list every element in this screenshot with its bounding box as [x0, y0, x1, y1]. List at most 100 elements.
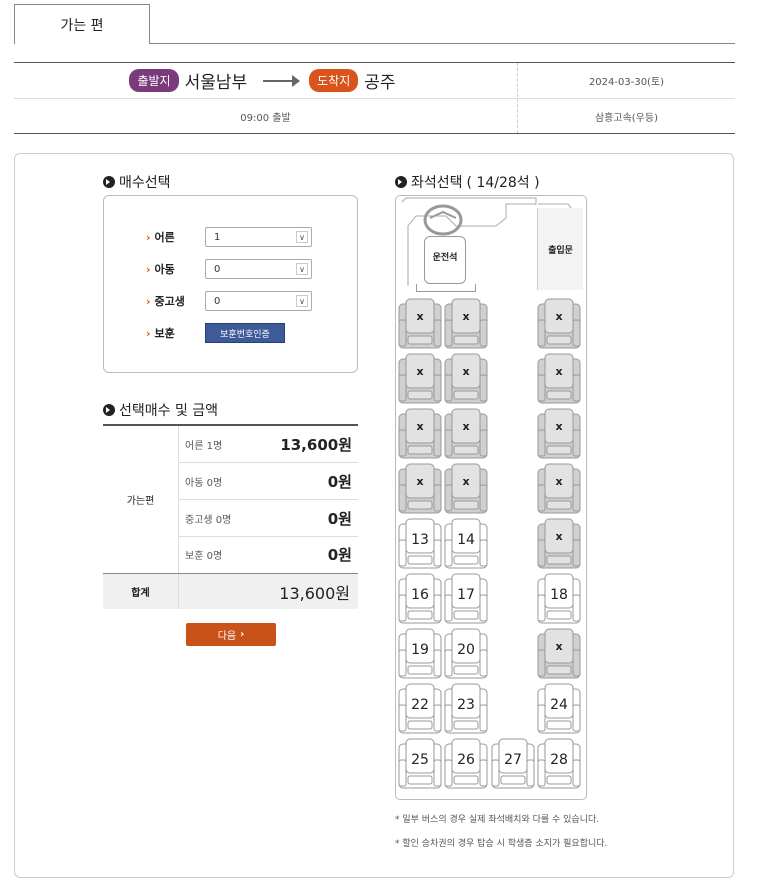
seat-taken-mark: x	[555, 475, 563, 488]
veteran-cert-button[interactable]: 보훈번호인증	[205, 323, 285, 343]
ticket-row-child: 아동 0∨	[104, 258, 357, 280]
seat-number: 19	[411, 642, 429, 658]
seat-8: x	[444, 408, 488, 460]
ticket-row-student: 중고생 0∨	[104, 290, 357, 312]
seat-shape	[444, 463, 488, 514]
adult-count-select[interactable]: 1 ∨	[205, 227, 312, 247]
student-count-select[interactable]: 0 ∨	[205, 291, 312, 311]
seat-number: 20	[457, 642, 475, 658]
seat-number: 22	[411, 697, 429, 713]
driver-seat-base	[416, 284, 476, 292]
seat-16[interactable]: 16	[398, 573, 442, 625]
ticket-count-box: 어른 1∨ 아동 0∨ 중고생 0∨ 보훈 보훈번호인증	[103, 195, 358, 373]
seat-taken-mark: x	[462, 310, 470, 323]
seat-shape	[398, 463, 442, 514]
route-arrow-icon	[263, 74, 301, 87]
seat-note-1: * 일부 버스의 경우 실제 좌석배치와 다를 수 있습니다.	[395, 815, 600, 825]
total-label: 합계	[103, 574, 179, 609]
total-row: 합계 13,600원	[103, 573, 358, 609]
seat-21: x	[537, 628, 581, 680]
departure-city: 서울남부	[184, 73, 248, 93]
seat-19[interactable]: 19	[398, 628, 442, 680]
total-amount: 13,600원	[279, 583, 350, 603]
seat-taken-mark: x	[555, 640, 563, 653]
price-table: 가는편 어른 1명 13,600원 아동 0명 0원 중고생 0명 0원 보훈 0명 0…	[103, 424, 358, 609]
seat-number: 24	[550, 697, 568, 713]
seat-taken-mark: x	[555, 365, 563, 378]
route-info: 출발지 서울남부 도착지 공주 2024-03-30(토) 09:00 출발 삼…	[14, 62, 735, 134]
seat-taken-mark: x	[416, 365, 424, 378]
seat-9: x	[537, 408, 581, 460]
seat-number: 26	[457, 752, 475, 768]
door-area: 출입문	[537, 208, 583, 290]
seat-taken-mark: x	[555, 530, 563, 543]
seat-17[interactable]: 17	[444, 573, 488, 625]
seat-number: 23	[457, 697, 475, 713]
seat-22[interactable]: 22	[398, 683, 442, 735]
seat-15: x	[537, 518, 581, 570]
departure-date: 2024-03-30(토)	[588, 77, 665, 88]
seat-24[interactable]: 24	[537, 683, 581, 735]
seat-18[interactable]: 18	[537, 573, 581, 625]
child-count-select[interactable]: 0 ∨	[205, 259, 312, 279]
driver-seat: 운전석	[424, 236, 466, 284]
arrival-city: 공주	[364, 73, 396, 93]
seat-shape	[398, 408, 442, 459]
seat-number: 28	[550, 752, 568, 768]
seat-shape	[444, 408, 488, 459]
ticket-label-child: 아동	[146, 261, 175, 277]
bullet-icon	[103, 176, 115, 188]
seat-taken-mark: x	[416, 420, 424, 433]
seat-2: x	[444, 298, 488, 350]
seat-20[interactable]: 20	[444, 628, 488, 680]
route-cities: 출발지 서울남부 도착지 공주	[14, 63, 517, 98]
seat-12: x	[537, 463, 581, 515]
seat-23[interactable]: 23	[444, 683, 488, 735]
seat-taken-mark: x	[555, 310, 563, 323]
seat-shape	[537, 353, 581, 404]
seat-26[interactable]: 26	[444, 738, 488, 790]
seat-taken-mark: x	[462, 365, 470, 378]
chevron-down-icon: ∨	[296, 295, 308, 307]
price-row: 아동 0명 0원	[179, 463, 358, 500]
seat-shape	[537, 518, 581, 569]
seat-note-2: * 할인 승차권의 경우 탑승 시 학생증 소지가 필요합니다.	[395, 839, 608, 849]
chevron-right-icon: ›	[240, 629, 245, 640]
seat-shape	[444, 353, 488, 404]
seat-28[interactable]: 28	[537, 738, 581, 790]
seat-14[interactable]: 14	[444, 518, 488, 570]
seat-taken-mark: x	[416, 475, 424, 488]
seat-3: x	[537, 298, 581, 350]
seat-taken-mark: x	[555, 420, 563, 433]
seat-shape	[398, 298, 442, 349]
seat-shape	[537, 408, 581, 459]
ticket-label-veteran: 보훈	[146, 325, 175, 341]
seat-13[interactable]: 13	[398, 518, 442, 570]
seat-number: 17	[457, 587, 475, 603]
price-row: 중고생 0명 0원	[179, 500, 358, 537]
seat-number: 25	[411, 752, 429, 768]
tab-outbound[interactable]: 가는 편	[14, 4, 150, 44]
ticket-row-veteran: 보훈 보훈번호인증	[104, 322, 357, 344]
seat-5: x	[444, 353, 488, 405]
price-row: 보훈 0명 0원	[185, 546, 352, 564]
next-button[interactable]: 다음 ›	[186, 623, 276, 646]
seat-25[interactable]: 25	[398, 738, 442, 790]
seat-27[interactable]: 27	[491, 738, 535, 790]
seat-number: 16	[411, 587, 429, 603]
seat-taken-mark: x	[462, 475, 470, 488]
arrival-badge: 도착지	[309, 69, 359, 92]
seat-number: 13	[411, 532, 429, 548]
departure-badge: 출발지	[129, 69, 179, 92]
seat-shape	[537, 298, 581, 349]
bullet-icon	[103, 404, 115, 416]
seat-shape	[444, 298, 488, 349]
ticket-count-heading: 매수선택	[103, 172, 171, 192]
seat-number: 14	[457, 532, 475, 548]
seat-11: x	[444, 463, 488, 515]
seat-shape	[398, 353, 442, 404]
ticket-label-adult: 어른	[146, 229, 175, 245]
ticket-label-student: 중고생	[146, 293, 185, 309]
seat-number: 18	[550, 587, 568, 603]
seat-taken-mark: x	[462, 420, 470, 433]
